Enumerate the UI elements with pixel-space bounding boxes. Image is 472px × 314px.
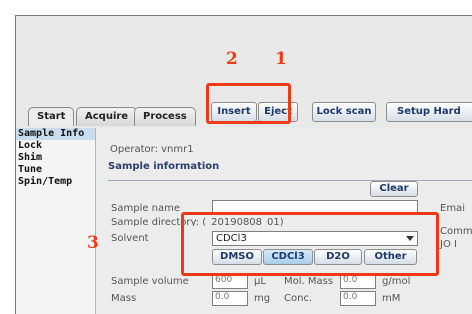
- sidebar-item-spin-temp[interactable]: Spin/Temp: [16, 176, 95, 188]
- solvent-value: CDCl3: [216, 233, 247, 244]
- comment-label: Comm: [440, 226, 472, 237]
- toolbar: Start Acquire Process Insert Eject Lock …: [16, 100, 472, 128]
- mol-mass-input[interactable]: 0.0: [340, 274, 376, 289]
- sample-volume-input[interactable]: 600: [212, 274, 248, 289]
- sidebar-item-tune[interactable]: Tune: [16, 164, 95, 176]
- solvent-select[interactable]: CDCl3: [212, 231, 418, 246]
- sidebar-item-lock[interactable]: Lock: [16, 140, 95, 152]
- lock-scan-button[interactable]: Lock scan: [312, 102, 376, 122]
- conc-input[interactable]: 0.0: [340, 291, 376, 306]
- sample-name-label: Sample name: [111, 203, 181, 214]
- mass-input[interactable]: 0.0: [212, 291, 248, 306]
- mass-label: Mass: [111, 293, 137, 304]
- clear-button[interactable]: Clear: [370, 181, 418, 197]
- sample-volume-label: Sample volume: [111, 276, 189, 287]
- solvent-other-button[interactable]: Other: [364, 249, 417, 265]
- operator-text: Operator: vnmr1: [110, 144, 194, 155]
- volume-unit: μL: [254, 276, 266, 287]
- io-label: JO I: [440, 239, 457, 250]
- conc-label: Conc.: [284, 293, 313, 304]
- section-divider: [108, 180, 472, 181]
- annotation-number-3: 3: [87, 233, 99, 253]
- tab-acquire[interactable]: Acquire: [76, 107, 138, 126]
- sample-info-panel: Operator: vnmr1 Sample information Clear…: [96, 128, 472, 314]
- tab-start[interactable]: Start: [28, 107, 75, 126]
- mass-unit: mg: [254, 293, 271, 304]
- section-title: Sample information: [108, 161, 223, 172]
- sidebar-item-sample-info[interactable]: Sample Info: [16, 128, 95, 140]
- conc-unit: mM: [382, 293, 401, 304]
- sidebar: Sample Info Lock Shim Tune Spin/Temp: [16, 128, 96, 314]
- solvent-cdcl3-button[interactable]: CDCl3: [263, 249, 313, 265]
- mol-mass-unit: g/mol: [382, 276, 411, 287]
- solvent-dmso-button[interactable]: DMSO: [212, 249, 262, 265]
- application-window: Start Acquire Process Insert Eject Lock …: [15, 15, 472, 314]
- eject-button[interactable]: Eject: [258, 102, 298, 122]
- solvent-label: Solvent: [111, 233, 149, 244]
- sidebar-item-shim[interactable]: Shim: [16, 152, 95, 164]
- sample-name-input[interactable]: [212, 200, 418, 215]
- setup-hardware-button[interactable]: Setup Hard: [386, 102, 472, 122]
- email-label: Emai: [440, 203, 465, 214]
- annotation-number-1: 1: [275, 49, 287, 69]
- chevron-down-icon: [406, 236, 414, 241]
- insert-button[interactable]: Insert: [211, 102, 257, 122]
- annotation-number-2: 2: [226, 49, 238, 69]
- solvent-d2o-button[interactable]: D2O: [314, 249, 362, 265]
- sample-directory-text: Sample directory: (_20190808_01): [111, 217, 284, 226]
- mol-mass-label: Mol. Mass: [284, 276, 334, 287]
- tab-process[interactable]: Process: [134, 107, 196, 126]
